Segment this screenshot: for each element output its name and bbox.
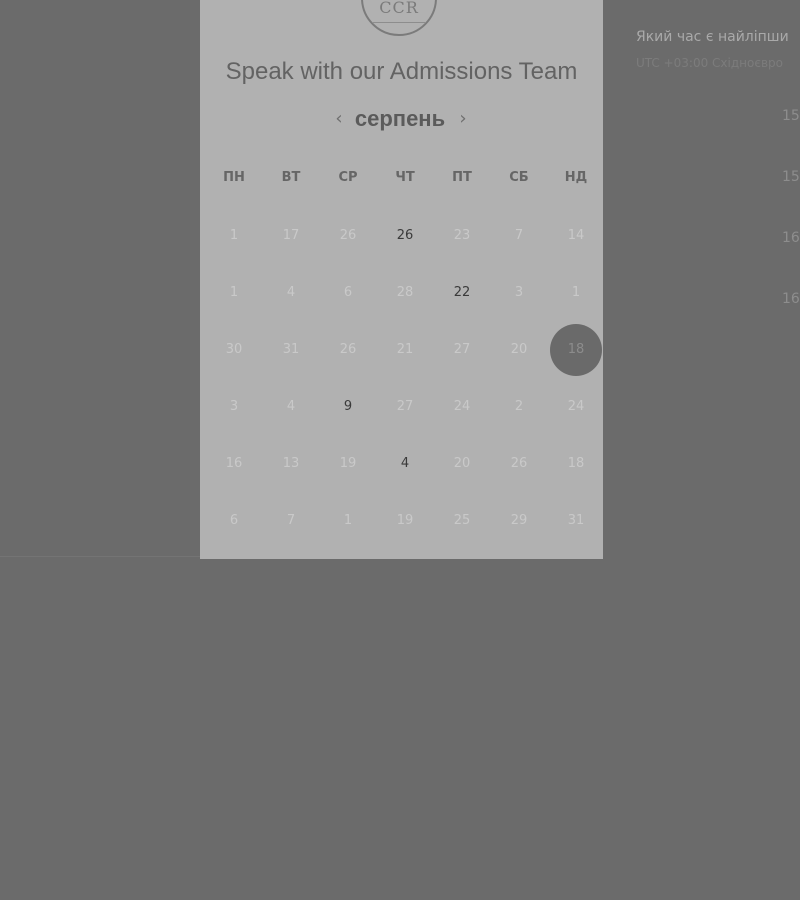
calendar-day: 24	[453, 399, 471, 414]
weekday-label: НД	[564, 170, 588, 185]
calendar-day: 19	[339, 456, 357, 471]
calendar-day: 4	[286, 399, 296, 414]
calendar-day: 31	[282, 342, 300, 357]
calendar-day: 6	[343, 285, 353, 300]
chevron-left-icon: ‹	[335, 108, 343, 129]
calendar-day: 20	[510, 342, 528, 357]
calendar-day: 29	[510, 513, 528, 528]
calendar-day[interactable]: 18	[550, 324, 602, 376]
calendar-day: 18	[567, 456, 585, 471]
calendar-day: 7	[514, 228, 524, 243]
calendar-day: 31	[567, 513, 585, 528]
calendar-day: 17	[282, 228, 300, 243]
calendar-day: 1	[229, 228, 239, 243]
calendar-day: 3	[514, 285, 524, 300]
calendar-day: 30	[225, 342, 243, 357]
calendar-day: 26	[339, 228, 357, 243]
month-label: серпень	[354, 106, 446, 131]
divider-line	[0, 556, 200, 557]
calendar-day: 21	[396, 342, 414, 357]
chevron-right-icon: ›	[459, 108, 467, 129]
scheduler-card: CCR Speak with our Admissions Team ‹ сер…	[200, 0, 603, 559]
calendar-day: 20	[453, 456, 471, 471]
time-slot[interactable]: 15	[782, 106, 800, 126]
time-slot[interactable]: 16	[782, 228, 800, 248]
calendar-day: 27	[396, 399, 414, 414]
weekday-label: ЧТ	[395, 170, 415, 185]
weekday-header: ПН ВТ СР ЧТ ПТ СБ НД	[200, 168, 603, 188]
calendar-day[interactable]: 4	[380, 439, 430, 489]
time-question: Який час є найліпши	[636, 29, 789, 45]
calendar-grid: 1 17 26 26 23 7 14 1 4 6 28 22 3 1 30 31 26 21 27 20 18 3 4 9 27…	[200, 207, 603, 547]
weekday-label: СБ	[509, 170, 529, 185]
prev-month-button[interactable]: ‹	[330, 108, 348, 130]
calendar-day[interactable]: 9	[323, 382, 373, 432]
timezone-label[interactable]: UTC +03:00 Східноєвро	[636, 54, 783, 72]
logo: CCR	[361, 0, 437, 36]
page-title: Speak with our Admissions Team	[225, 58, 578, 85]
calendar-day: 3	[229, 399, 239, 414]
calendar-day: 26	[510, 456, 528, 471]
calendar-day: 16	[225, 456, 243, 471]
weekday-label: ПН	[223, 170, 245, 185]
calendar-day: 1	[229, 285, 239, 300]
logo-text: CCR	[379, 0, 419, 17]
weekday-label: ВТ	[281, 170, 301, 185]
calendar-day: 14	[567, 228, 585, 243]
calendar-day: 1	[343, 513, 353, 528]
calendar-day[interactable]: 26	[380, 211, 430, 261]
time-slot-panel: Який час є найліпши UTC +03:00 Східноєвр…	[636, 24, 800, 324]
calendar-day: 1	[571, 285, 581, 300]
calendar-day[interactable]: 22	[437, 268, 487, 318]
month-navigation: ‹ серпень ›	[200, 104, 603, 134]
calendar-day: 23	[453, 228, 471, 243]
calendar-day: 27	[453, 342, 471, 357]
calendar-day: 25	[453, 513, 471, 528]
weekday-label: СР	[338, 170, 358, 185]
page: CCR Speak with our Admissions Team ‹ сер…	[0, 0, 800, 900]
logo-rule	[373, 22, 425, 23]
calendar-day: 4	[286, 285, 296, 300]
calendar-day: 19	[396, 513, 414, 528]
calendar-day: 2	[514, 399, 524, 414]
time-slot[interactable]: 16	[782, 289, 800, 309]
calendar-day: 6	[229, 513, 239, 528]
next-month-button[interactable]: ›	[454, 108, 472, 130]
calendar-day: 24	[567, 399, 585, 414]
time-slot[interactable]: 15	[782, 167, 800, 187]
calendar-day: 28	[396, 285, 414, 300]
calendar-day: 7	[286, 513, 296, 528]
calendar-day: 26	[339, 342, 357, 357]
calendar-day: 13	[282, 456, 300, 471]
weekday-label: ПТ	[452, 170, 472, 185]
